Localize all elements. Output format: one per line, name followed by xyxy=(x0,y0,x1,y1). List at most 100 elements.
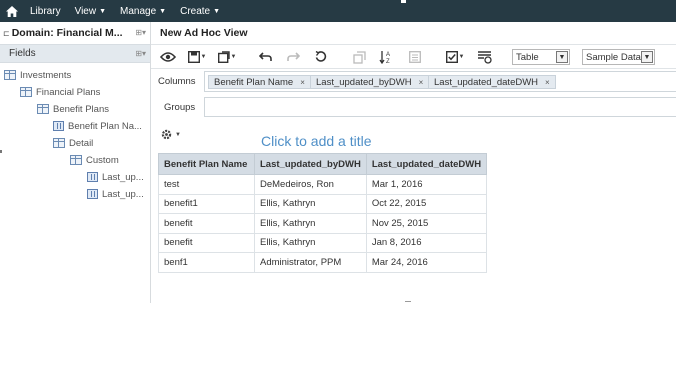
menu-library-label: Library xyxy=(30,5,61,17)
column-pill-label: Last_updated_dateDWH xyxy=(434,76,539,88)
save-icon[interactable]: ▼ xyxy=(185,48,209,66)
column-pill-label: Benefit Plan Name xyxy=(214,76,294,88)
collapse-panel-icon[interactable]: ⊏ xyxy=(3,29,10,38)
column-pill-last-updated-date[interactable]: Last_updated_dateDWH × xyxy=(428,75,556,89)
field-icon xyxy=(87,189,98,199)
tree-node-label: Last_up... xyxy=(102,188,144,200)
columns-drop-zone[interactable]: Benefit Plan Name × Last_updated_byDWH × L… xyxy=(204,71,676,92)
panel-options-icon[interactable]: ⊞▾ xyxy=(135,28,146,37)
column-pill-label: Last_updated_byDWH xyxy=(316,76,412,88)
table-icon xyxy=(53,138,65,148)
table-header-row: Benefit Plan Name Last_updated_byDWH Las… xyxy=(158,153,488,175)
chevron-down-icon: ▼ xyxy=(213,7,221,15)
fields-panel: ⊏ Domain: Financial M... ⊞▾ Fields ⊞▾ In… xyxy=(0,22,151,303)
groups-drop-zone[interactable] xyxy=(204,97,676,117)
undo-icon[interactable] xyxy=(255,48,275,66)
menu-create[interactable]: Create ▼ xyxy=(173,0,227,22)
table-cell: DeMedeiros, Ron xyxy=(254,174,367,195)
menu-manage[interactable]: Manage ▼ xyxy=(113,0,173,22)
column-pill-benefit-plan-name[interactable]: Benefit Plan Name × xyxy=(208,75,311,89)
tree-node-custom[interactable]: Custom xyxy=(70,152,119,168)
table-row: benefit1 Ellis, Kathryn Oct 22, 2015 xyxy=(158,193,488,214)
svg-text:Z: Z xyxy=(386,59,390,64)
tree-node-benefit-plan-name[interactable]: Benefit Plan Na... xyxy=(53,118,142,134)
close-icon[interactable]: × xyxy=(419,78,424,87)
pivot-icon[interactable] xyxy=(349,48,369,66)
tree-node-label: Financial Plans xyxy=(36,86,101,98)
column-header[interactable]: Benefit Plan Name xyxy=(158,153,255,175)
tree-node-label: Custom xyxy=(86,154,119,166)
column-pill-last-updated-by[interactable]: Last_updated_byDWH × xyxy=(310,75,430,89)
nav-marker xyxy=(401,0,406,3)
domain-bar: ⊏ Domain: Financial M... ⊞▾ xyxy=(0,22,150,44)
tree-node-financial-plans[interactable]: Financial Plans xyxy=(20,84,100,100)
ad-hoc-view-area: New Ad Hoc View ▼ ▼ AZ ▼ Table ▼ Sample … xyxy=(151,22,676,303)
tree-node-label: Investments xyxy=(20,69,72,81)
table-cell: benf1 xyxy=(158,252,255,273)
chevron-down-icon: ▼ xyxy=(458,54,465,60)
view-type-select[interactable]: Table ▼ xyxy=(512,49,570,65)
table-icon xyxy=(37,104,49,114)
table-cell: benefit1 xyxy=(158,193,255,214)
column-header[interactable]: Last_updated_byDWH xyxy=(254,153,367,175)
table-icon xyxy=(4,70,16,80)
table-cell: Ellis, Kathryn xyxy=(254,213,367,234)
table-cell: Oct 22, 2015 xyxy=(365,193,488,214)
fields-header: Fields ⊞▾ xyxy=(0,44,150,63)
view-type-value: Table xyxy=(516,51,539,63)
table-cell: Ellis, Kathryn xyxy=(254,193,367,214)
add-title-placeholder[interactable]: Click to add a title xyxy=(261,133,372,149)
view-title: New Ad Hoc View xyxy=(160,27,248,39)
table-row: benefit Ellis, Kathryn Nov 25, 2015 xyxy=(158,213,488,234)
menu-manage-label: Manage xyxy=(120,5,157,17)
table-cell: Mar 24, 2016 xyxy=(365,252,488,273)
fields-options-icon[interactable]: ⊞▾ xyxy=(135,49,146,58)
chevron-down-icon: ▼ xyxy=(641,51,653,63)
table-row: benf1 Administrator, PPM Mar 24, 2016 xyxy=(158,252,488,273)
field-icon xyxy=(53,121,64,131)
redo-icon[interactable] xyxy=(283,48,303,66)
svg-text:A: A xyxy=(386,52,390,58)
reset-icon[interactable] xyxy=(311,48,331,66)
query-icon[interactable] xyxy=(405,48,425,66)
tree-node-last-updated-date[interactable]: Last_up... xyxy=(87,186,144,202)
input-controls-icon[interactable]: ▼ xyxy=(443,48,467,66)
toolbar: ▼ ▼ AZ ▼ Table ▼ Sample Data ▼ xyxy=(151,44,676,69)
tree-node-detail[interactable]: Detail xyxy=(53,135,93,151)
close-icon[interactable]: × xyxy=(545,78,550,87)
menu-view-label: View xyxy=(74,5,97,17)
groups-label: Groups xyxy=(164,102,196,113)
table-options-button[interactable]: ▼ xyxy=(160,128,181,141)
chevron-down-icon: ▼ xyxy=(175,131,181,138)
sort-icon[interactable]: AZ xyxy=(376,48,398,66)
eye-icon[interactable] xyxy=(157,48,179,66)
menu-view[interactable]: View ▼ xyxy=(68,0,113,22)
table-cell: benefit xyxy=(158,232,255,253)
table-icon xyxy=(70,155,82,165)
panel-edge-marker xyxy=(0,150,2,153)
tree-node-benefit-plans[interactable]: Benefit Plans xyxy=(37,101,109,117)
tree-node-last-updated-by[interactable]: Last_up... xyxy=(87,169,144,185)
tree-node-label: Detail xyxy=(69,137,94,149)
gear-icon xyxy=(161,129,172,140)
menu-create-label: Create xyxy=(180,5,211,17)
menu-library[interactable]: Library xyxy=(23,0,68,22)
chevron-down-icon: ▼ xyxy=(99,7,107,15)
filter-icon[interactable] xyxy=(473,48,495,66)
resize-handle[interactable] xyxy=(405,301,411,302)
field-icon xyxy=(87,172,98,182)
table-cell: benefit xyxy=(158,213,255,234)
table-row: benefit Ellis, Kathryn Jan 8, 2016 xyxy=(158,232,488,253)
home-icon[interactable] xyxy=(1,0,23,22)
data-mode-select[interactable]: Sample Data ▼ xyxy=(582,49,655,65)
close-icon[interactable]: × xyxy=(300,78,305,87)
tree-node-investments[interactable]: Investments xyxy=(4,67,71,83)
top-navigation-bar: Library View ▼ Manage ▼ Create ▼ xyxy=(0,0,676,22)
columns-label: Columns xyxy=(158,76,196,87)
chevron-down-icon: ▼ xyxy=(159,7,167,15)
tree-node-label: Benefit Plans xyxy=(53,103,109,115)
export-icon[interactable]: ▼ xyxy=(215,48,239,66)
fields-label: Fields xyxy=(9,48,36,59)
column-header[interactable]: Last_updated_dateDWH xyxy=(365,153,488,175)
table-cell: Ellis, Kathryn xyxy=(254,232,367,253)
